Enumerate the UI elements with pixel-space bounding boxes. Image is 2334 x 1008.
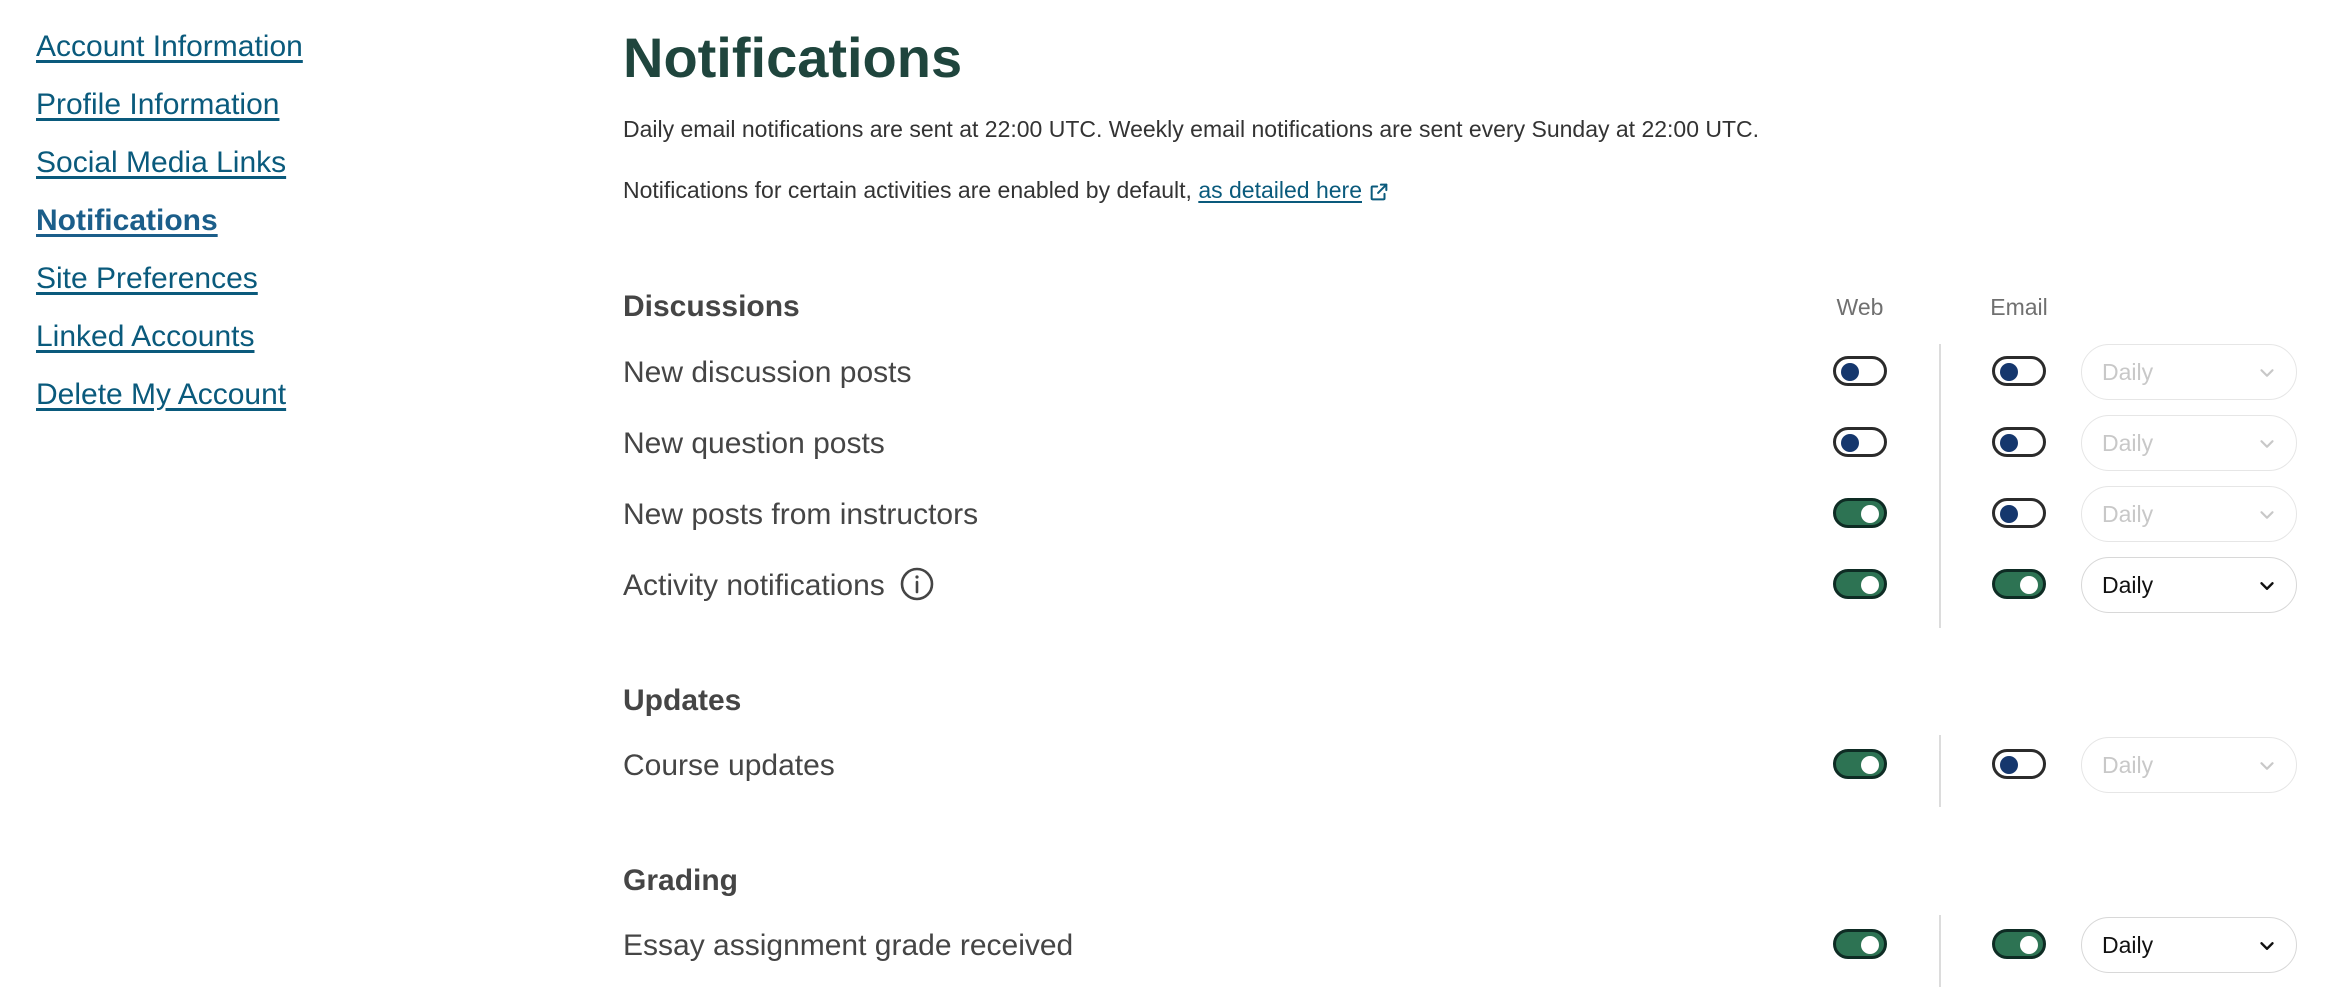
chevron-down-icon	[2260, 942, 2274, 950]
defaults-text-prefix: Notifications for certain activities are…	[623, 177, 1199, 203]
section-title-discussions: Discussions	[623, 290, 800, 323]
web-toggle[interactable]	[1833, 749, 1887, 779]
sidebar-item-notifications[interactable]: Notifications	[36, 204, 436, 238]
external-link-icon	[1370, 183, 1388, 201]
toggle-knob	[2020, 936, 2038, 954]
web-toggle[interactable]	[1833, 356, 1887, 386]
row-label: Essay assignment grade received	[623, 929, 1074, 962]
toggle-knob	[2000, 434, 2018, 452]
email-toggle[interactable]	[1992, 929, 2046, 959]
email-toggle[interactable]	[1992, 498, 2046, 528]
email-cadence-select[interactable]: Daily	[2081, 917, 2297, 973]
email-toggle[interactable]	[1992, 427, 2046, 457]
sidebar-nav: Account Information Profile Information …	[36, 30, 436, 436]
web-toggle[interactable]	[1833, 929, 1887, 959]
chevron-down-icon	[2260, 511, 2274, 519]
email-toggle[interactable]	[1992, 356, 2046, 386]
row-label: Activity notifications	[623, 567, 935, 605]
cadence-value: Daily	[2102, 572, 2154, 598]
notification-row: Activity notifications Daily	[623, 557, 2303, 617]
column-header-email: Email	[1990, 294, 2048, 320]
email-toggle[interactable]	[1992, 569, 2046, 599]
row-label: New posts from instructors	[623, 498, 979, 531]
sidebar-item-social-media-links[interactable]: Social Media Links	[36, 146, 436, 180]
page-title: Notifications	[623, 26, 963, 89]
defaults-text: Notifications for certain activities are…	[623, 175, 1390, 205]
email-cadence-select[interactable]: Daily	[2081, 344, 2297, 400]
as-detailed-here-link[interactable]: as detailed here	[1198, 177, 1362, 203]
email-cadence-select[interactable]: Daily	[2081, 486, 2297, 542]
section-title-grading: Grading	[623, 864, 739, 897]
chevron-down-icon	[2260, 440, 2274, 448]
row-label: Course updates	[623, 749, 835, 782]
notification-row: New discussion posts Daily	[623, 344, 2303, 404]
toggle-knob	[1841, 434, 1859, 452]
email-schedule-text: Daily email notifications are sent at 22…	[623, 116, 1760, 142]
web-toggle[interactable]	[1833, 498, 1887, 528]
toggle-knob	[2000, 363, 2018, 381]
toggle-knob	[1841, 363, 1859, 381]
toggle-knob	[1861, 756, 1879, 774]
cadence-value: Daily	[2102, 430, 2154, 456]
email-cadence-select[interactable]: Daily	[2081, 737, 2297, 793]
web-toggle[interactable]	[1833, 427, 1887, 457]
row-label: New discussion posts	[623, 356, 912, 389]
toggle-knob	[1861, 505, 1879, 523]
cadence-value: Daily	[2102, 932, 2154, 958]
notification-row: New question posts Daily	[623, 415, 2303, 475]
chevron-down-icon	[2260, 582, 2274, 590]
row-label: New question posts	[623, 427, 885, 460]
section-title-updates: Updates	[623, 684, 742, 717]
email-toggle[interactable]	[1992, 749, 2046, 779]
chevron-down-icon	[2260, 762, 2274, 770]
info-icon[interactable]	[899, 566, 935, 602]
sidebar-item-delete-my-account[interactable]: Delete My Account	[36, 378, 436, 412]
cadence-value: Daily	[2102, 501, 2154, 527]
row-label-text: Activity notifications	[623, 569, 885, 602]
toggle-knob	[2000, 505, 2018, 523]
email-cadence-select[interactable]: Daily	[2081, 557, 2297, 613]
toggle-knob	[2020, 576, 2038, 594]
notification-row: New posts from instructors Daily	[623, 486, 2303, 546]
sidebar-item-account-information[interactable]: Account Information	[36, 30, 436, 64]
notification-row: Course updates Daily	[623, 737, 2303, 797]
toggle-knob	[2000, 756, 2018, 774]
column-header-web: Web	[1836, 294, 1884, 320]
toggle-knob	[1861, 576, 1879, 594]
notification-row: Essay assignment grade received Daily	[623, 917, 2303, 977]
toggle-knob	[1861, 936, 1879, 954]
cadence-value: Daily	[2102, 752, 2154, 778]
cadence-value: Daily	[2102, 359, 2154, 385]
chevron-down-icon	[2260, 369, 2274, 377]
sidebar-item-site-preferences[interactable]: Site Preferences	[36, 262, 436, 296]
email-cadence-select[interactable]: Daily	[2081, 415, 2297, 471]
web-toggle[interactable]	[1833, 569, 1887, 599]
sidebar-item-linked-accounts[interactable]: Linked Accounts	[36, 320, 436, 354]
sidebar-item-profile-information[interactable]: Profile Information	[36, 88, 436, 122]
